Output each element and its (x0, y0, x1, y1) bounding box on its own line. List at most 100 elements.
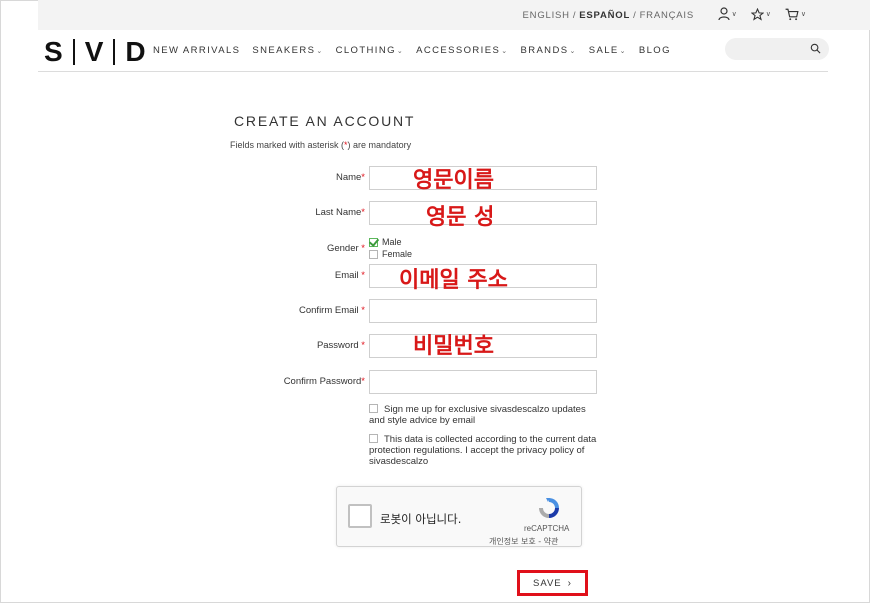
search-box (725, 38, 829, 60)
recaptcha-logo-icon (539, 498, 559, 518)
save-button[interactable]: SAVE › (517, 570, 588, 596)
lang-separator: / (572, 10, 577, 21)
chevron-down-icon: ⌄ (396, 48, 405, 55)
name-field[interactable] (370, 167, 596, 189)
recaptcha-links[interactable]: 개인정보 보호 - 약관 (489, 536, 558, 547)
label-text: Confirm Password (283, 376, 362, 387)
newsletter-checkbox[interactable] (369, 404, 378, 413)
mandatory-note-text: ) are mandatory (347, 140, 412, 150)
label-text: Last Name (315, 207, 362, 218)
male-checkbox[interactable] (369, 237, 378, 247)
confirm-password-field-wrapper (369, 370, 597, 394)
email-field[interactable] (370, 265, 596, 287)
confirm-password-field[interactable] (370, 371, 596, 393)
nav-sale[interactable]: SALE⌄ (589, 45, 627, 56)
mandatory-note-text: Fields marked with asterisk ( (230, 140, 345, 150)
last-name-field[interactable] (370, 202, 596, 224)
recaptcha-checkbox[interactable] (348, 504, 372, 528)
asterisk: * (361, 207, 365, 218)
nav-label: CLOTHING (335, 45, 396, 56)
asterisk: * (361, 305, 365, 316)
name-label: Name* (336, 172, 365, 183)
nav-label: NEW ARRIVALS (153, 45, 241, 56)
cart-icon (785, 8, 799, 20)
nav-clothing[interactable]: CLOTHING⌄ (336, 45, 405, 56)
chevron-down-icon: ∨ (731, 11, 737, 18)
newsletter-text: Sign me up for exclusive sivasdescalzo u… (369, 404, 586, 426)
nav-label: SNEAKERS (252, 45, 316, 56)
chevron-down-icon: ⌄ (569, 48, 577, 55)
confirm-email-label: Confirm Email * (299, 305, 365, 316)
logo-divider (72, 39, 75, 65)
account-menu[interactable]: ∨ (718, 7, 737, 21)
asterisk: * (361, 243, 365, 254)
search-icon[interactable] (810, 43, 821, 54)
confirm-password-label: Confirm Password* (284, 376, 365, 387)
recaptcha-widget: 로봇이 아닙니다. reCAPTCHA 개인정보 보호 - 약관 (336, 486, 582, 547)
cart-menu[interactable]: ∨ (785, 7, 806, 21)
nav-sneakers[interactable]: SNEAKERS⌄ (252, 45, 323, 56)
lang-francais[interactable]: FRANÇAIS (640, 10, 694, 21)
label-text: Email (334, 270, 362, 281)
password-label: Password * (317, 340, 365, 351)
asterisk: * (361, 270, 365, 281)
nav-menu: NEW ARRIVALS SNEAKERS⌄ CLOTHING⌄ ACCESSO… (153, 45, 671, 56)
logo-divider (113, 39, 116, 65)
female-checkbox[interactable] (369, 249, 378, 259)
logo-letter-d: D (125, 36, 146, 67)
logo-letter-v: V (84, 36, 104, 67)
chevron-right-icon: › (567, 577, 572, 589)
label-text: Name (335, 172, 362, 183)
chevron-down-icon: ∨ (765, 11, 771, 18)
option-label: Female (382, 249, 413, 259)
recaptcha-label: 로봇이 아닙니다. (380, 512, 462, 526)
mandatory-note: Fields marked with asterisk (*) are mand… (230, 140, 411, 150)
nav-label: BLOG (638, 45, 671, 56)
name-field-wrapper (369, 166, 597, 190)
lang-espanol[interactable]: ESPAÑOL (579, 10, 630, 21)
chevron-down-icon: ∨ (800, 11, 806, 18)
label-text: Password (316, 340, 362, 351)
asterisk: * (361, 340, 365, 351)
gender-option-male[interactable]: Male (369, 236, 412, 248)
user-icon (718, 7, 730, 21)
gender-label: Gender * (327, 243, 365, 254)
last-name-label: Last Name* (315, 207, 365, 218)
chevron-down-icon: ⌄ (619, 48, 627, 55)
confirm-email-field[interactable] (370, 300, 596, 322)
lang-english[interactable]: ENGLISH (523, 10, 570, 21)
privacy-checkbox[interactable] (369, 434, 378, 443)
nav-blog[interactable]: BLOG (639, 45, 671, 56)
gender-options: Male Female (369, 236, 412, 260)
language-switcher: ENGLISH / ESPAÑOL / FRANÇAIS (523, 10, 694, 21)
password-field[interactable] (370, 335, 596, 357)
label-text: Confirm Email (299, 305, 362, 316)
password-field-wrapper (369, 334, 597, 358)
asterisk: * (361, 172, 365, 183)
confirm-email-field-wrapper (369, 299, 597, 323)
newsletter-consent[interactable]: Sign me up for exclusive sivasdescalzo u… (369, 404, 599, 426)
gender-option-female[interactable]: Female (369, 248, 412, 260)
asterisk: * (361, 376, 365, 387)
page-title: CREATE AN ACCOUNT (234, 113, 416, 129)
logo[interactable]: SVD (44, 36, 146, 68)
nav-accessories[interactable]: ACCESSORIES⌄ (416, 45, 508, 56)
privacy-text: This data is collected according to the … (369, 434, 597, 467)
nav-brands[interactable]: BRANDS⌄ (520, 45, 576, 56)
nav-label: ACCESSORIES (416, 45, 501, 56)
privacy-consent[interactable]: This data is collected according to the … (369, 434, 599, 467)
nav-label: BRANDS (520, 45, 569, 56)
nav-new-arrivals[interactable]: NEW ARRIVALS (153, 45, 240, 56)
wishlist-menu[interactable]: ∨ (750, 7, 771, 21)
label-text: Gender (326, 243, 362, 254)
chevron-down-icon: ⌄ (316, 48, 324, 55)
recaptcha-brand: reCAPTCHA (524, 524, 570, 533)
save-label: SAVE (533, 577, 562, 589)
email-field-wrapper (369, 264, 597, 288)
search-input[interactable] (735, 41, 805, 57)
option-label: Male (382, 237, 402, 247)
chevron-down-icon: ⌄ (501, 48, 509, 55)
account-icons: ∨ ∨ ∨ (718, 7, 806, 21)
last-name-field-wrapper (369, 201, 597, 225)
main-nav: SVD NEW ARRIVALS SNEAKERS⌄ CLOTHING⌄ ACC… (38, 30, 829, 72)
